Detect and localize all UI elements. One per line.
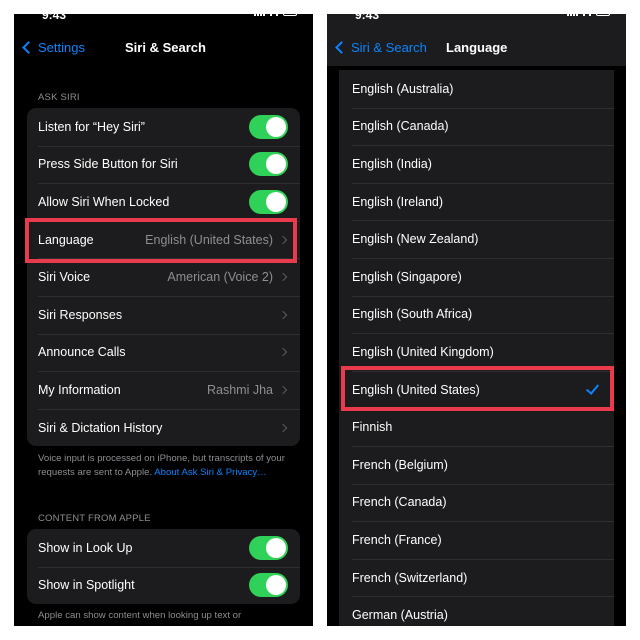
content-from-apple-footnote: Apple can show content when looking up t…	[38, 610, 242, 621]
row-show-in-look-up: Show in Look Up	[27, 529, 300, 567]
row-label: Siri & Dictation History	[38, 420, 163, 435]
row-label: Show in Look Up	[38, 540, 133, 555]
row-value: American (Voice 2)	[167, 270, 273, 285]
content-from-apple-group: Show in Look Up Show in Spotlight	[27, 529, 300, 605]
section-header-content-from-apple: CONTENT FROM APPLE	[38, 513, 151, 524]
language-option-label: French (France)	[352, 532, 442, 547]
spotlight-toggle[interactable]	[249, 573, 288, 598]
row-label: Language	[38, 232, 94, 247]
language-option[interactable]: English (New Zealand)	[339, 220, 614, 258]
language-screen: English (Australia) English (Canada) Engli…	[327, 14, 626, 626]
row-show-in-spotlight: Show in Spotlight	[27, 566, 300, 605]
language-option-label: German (Austria)	[352, 608, 448, 623]
row-label: My Information	[38, 382, 121, 397]
wifi-icon	[583, 14, 591, 16]
language-option[interactable]: English (United Kingdom)	[339, 333, 614, 371]
language-option[interactable]: French (Canada)	[339, 483, 614, 522]
language-option[interactable]: French (France)	[339, 521, 614, 559]
battery-icon	[283, 14, 297, 16]
navigation-bar: 9:43 Siri & Search Language	[327, 14, 626, 66]
back-button[interactable]: Siri & Search	[333, 40, 427, 55]
chevron-right-icon	[278, 310, 288, 320]
language-option[interactable]: Finnish	[339, 408, 614, 446]
language-option[interactable]: English (Singapore)	[339, 257, 614, 296]
hey-siri-toggle[interactable]	[249, 114, 288, 139]
chevron-right-icon	[278, 235, 288, 244]
chevron-right-icon	[278, 385, 288, 395]
row-press-side-button: Press Side Button for Siri	[27, 145, 300, 184]
page-title: Siri & Search	[125, 40, 206, 55]
status-time: 9:43	[42, 14, 67, 22]
look-up-toggle[interactable]	[249, 535, 288, 560]
side-button-toggle[interactable]	[249, 152, 288, 177]
language-option-label: English (Canada)	[352, 119, 449, 134]
row-label: Show in Spotlight	[38, 578, 135, 593]
language-option-label: English (Ireland)	[352, 194, 444, 209]
status-bar: 9:43	[14, 14, 313, 22]
row-siri-voice[interactable]: Siri Voice American (Voice 2)	[27, 258, 300, 296]
language-option-label: English (Australia)	[352, 81, 454, 96]
wifi-icon	[270, 14, 278, 16]
language-option-label: French (Switzerland)	[352, 570, 468, 585]
row-my-information[interactable]: My Information Rashmi Jha	[27, 371, 300, 409]
language-option[interactable]: German (Austria)	[339, 596, 614, 626]
chevron-left-icon	[335, 41, 348, 54]
row-label: Announce Calls	[38, 345, 126, 360]
ask-siri-footnote: Voice input is processed on iPhone, but …	[38, 453, 285, 478]
row-value: English (United States)	[145, 232, 273, 247]
status-bar: 9:43	[327, 14, 626, 22]
cellular-signal-icon	[567, 14, 578, 16]
language-option[interactable]: English (United States)	[339, 370, 614, 409]
row-allow-when-locked: Allow Siri When Locked	[27, 183, 300, 221]
chevron-right-icon	[278, 348, 288, 357]
language-option-label: English (United States)	[352, 382, 480, 397]
navigation-bar: Settings Siri & Search	[14, 30, 313, 66]
language-option-label: English (India)	[352, 156, 432, 171]
language-list: English (Australia) English (Canada) Engli…	[339, 70, 614, 626]
chevron-right-icon	[278, 423, 288, 432]
language-option[interactable]: English (Ireland)	[339, 182, 614, 221]
chevron-right-icon	[278, 272, 288, 282]
battery-icon	[596, 14, 610, 16]
row-label: Siri Responses	[38, 307, 123, 322]
language-option[interactable]: English (Canada)	[339, 107, 614, 146]
language-option-label: English (United Kingdom)	[352, 344, 494, 359]
language-option[interactable]: English (Australia)	[339, 70, 614, 108]
row-listen-hey-siri: Listen for “Hey Siri”	[27, 108, 300, 146]
row-announce-calls[interactable]: Announce Calls	[27, 333, 300, 372]
row-label: Allow Siri When Locked	[38, 194, 170, 209]
allow-locked-toggle[interactable]	[249, 189, 288, 214]
language-option[interactable]: English (South Africa)	[339, 295, 614, 334]
row-label: Siri Voice	[38, 270, 91, 285]
back-button-label: Settings	[38, 40, 85, 55]
language-option[interactable]: English (India)	[339, 145, 614, 183]
row-label: Listen for “Hey Siri”	[38, 119, 145, 134]
siri-search-screen: 9:43 Settings Siri & Search ASK SIRI Lis…	[14, 14, 313, 626]
about-siri-privacy-link[interactable]: About Ask Siri & Privacy…	[154, 467, 267, 478]
row-value: Rashmi Jha	[207, 382, 273, 397]
language-option-label: English (New Zealand)	[352, 232, 479, 247]
cellular-signal-icon	[254, 14, 265, 16]
language-option-label: French (Belgium)	[352, 457, 448, 472]
language-option[interactable]: French (Belgium)	[339, 445, 614, 484]
row-label: Press Side Button for Siri	[38, 157, 178, 172]
chevron-left-icon	[22, 41, 35, 54]
row-dictation-history[interactable]: Siri & Dictation History	[27, 408, 300, 447]
language-option-label: French (Canada)	[352, 495, 447, 510]
status-time: 9:43	[355, 14, 380, 22]
language-option-label: English (South Africa)	[352, 307, 473, 322]
language-option-label: English (Singapore)	[352, 269, 462, 284]
page-title: Language	[446, 40, 508, 55]
row-siri-responses[interactable]: Siri Responses	[27, 295, 300, 334]
row-language[interactable]: Language English (United States)	[27, 220, 300, 259]
ask-siri-group: Listen for “Hey Siri” Press Side Button …	[27, 108, 300, 447]
section-header-ask-siri: ASK SIRI	[38, 92, 80, 103]
back-button[interactable]: Settings	[20, 40, 85, 55]
back-button-label: Siri & Search	[351, 40, 427, 55]
language-option-label: Finnish	[352, 420, 393, 435]
language-option[interactable]: French (Switzerland)	[339, 558, 614, 597]
